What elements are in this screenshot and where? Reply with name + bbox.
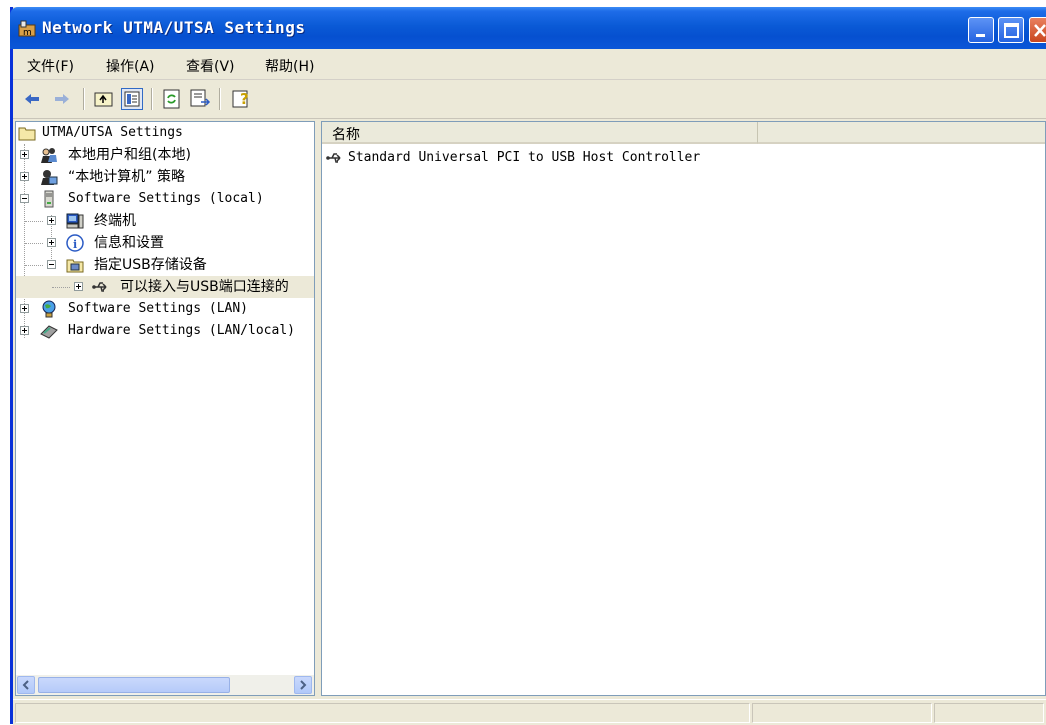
- menu-view[interactable]: 查看(V): [186, 56, 235, 76]
- svg-text:?: ?: [240, 90, 249, 108]
- tree-item-label: Hardware Settings (LAN/local): [68, 323, 295, 338]
- window-title: Network UTMA/UTSA Settings: [42, 18, 306, 37]
- export-list-button[interactable]: [189, 88, 211, 110]
- maximize-icon: [1004, 23, 1019, 38]
- menu-file[interactable]: 文件(F): [27, 56, 74, 76]
- toolbar-separator: [151, 88, 153, 110]
- maximize-button[interactable]: [998, 17, 1024, 43]
- menu-help[interactable]: 帮助(H): [265, 56, 314, 76]
- usb-icon: [92, 282, 107, 292]
- expand-toggle[interactable]: [74, 282, 83, 291]
- export-list-icon: [190, 89, 211, 107]
- svg-text:m: m: [23, 28, 32, 37]
- scroll-right-button[interactable]: [294, 676, 312, 694]
- back-button[interactable]: [21, 88, 43, 110]
- network-globe-icon: [42, 300, 56, 318]
- users-group-icon: [41, 148, 57, 163]
- forward-arrow-icon: [55, 94, 69, 104]
- server-tower-icon: [44, 190, 54, 208]
- up-level-button[interactable]: [93, 88, 115, 110]
- tree-connector: [25, 221, 43, 223]
- terminal-icon: [66, 213, 84, 229]
- menu-action[interactable]: 操作(A): [106, 56, 155, 76]
- tree-item-label: 本地用户和组(本地): [68, 147, 191, 163]
- app-window: m Network UTMA/UTSA Settings 文件(F) 操作(A)…: [10, 7, 1046, 725]
- expand-toggle[interactable]: [20, 304, 29, 313]
- tree-item-label: Software Settings (local): [68, 191, 264, 206]
- tree-connector: [25, 243, 43, 245]
- close-button[interactable]: [1029, 17, 1046, 43]
- forward-button[interactable]: [51, 88, 73, 110]
- tree-pane[interactable]: UTMA/UTSA Settings 本地用户和组(本地) “本地计算机” 策略…: [15, 121, 315, 696]
- tree-horizontal-scrollbar[interactable]: [16, 675, 314, 695]
- usb-icon: [326, 153, 341, 163]
- show-hide-tree-icon: [124, 91, 140, 107]
- info-icon: i: [66, 234, 84, 252]
- policy-icon: [41, 170, 58, 185]
- collapse-toggle[interactable]: [47, 260, 56, 269]
- collapse-toggle[interactable]: [20, 194, 29, 203]
- close-icon: [1034, 24, 1046, 37]
- tree-connector: [25, 265, 43, 267]
- title-bar[interactable]: m Network UTMA/UTSA Settings: [10, 7, 1046, 49]
- column-header-name[interactable]: 名称: [322, 122, 758, 144]
- column-header-blank[interactable]: [758, 122, 1045, 144]
- back-arrow-icon: [25, 94, 39, 104]
- minimize-icon: [976, 34, 985, 37]
- scroll-thumb[interactable]: [38, 677, 230, 693]
- storage-folder-icon: [66, 259, 84, 273]
- up-folder-icon: [94, 92, 113, 107]
- app-icon: m: [18, 20, 36, 37]
- tree-connector: [52, 287, 70, 289]
- minimize-button[interactable]: [968, 17, 994, 43]
- tree-item-label: “本地计算机” 策略: [68, 169, 185, 185]
- toolbar-separator: [83, 88, 85, 110]
- refresh-button[interactable]: [161, 88, 183, 110]
- chevron-left-icon: [22, 680, 29, 690]
- help-icon: ?: [232, 90, 249, 108]
- scroll-left-button[interactable]: [17, 676, 35, 694]
- tree-item-label: 指定USB存储设备: [94, 257, 207, 273]
- chevron-right-icon: [300, 680, 307, 690]
- svg-text:i: i: [73, 238, 77, 251]
- status-cell-tertiary: [934, 703, 1044, 723]
- menu-bar: 文件(F) 操作(A) 查看(V) 帮助(H): [13, 49, 1046, 80]
- tree-item-label: 可以接入与USB端口连接的: [120, 279, 289, 295]
- status-bar: [13, 699, 1046, 725]
- status-cell-main: [15, 703, 750, 723]
- refresh-icon: [163, 89, 180, 109]
- column-header-label: 名称: [332, 127, 360, 143]
- expand-toggle[interactable]: [47, 216, 56, 225]
- hardware-icon: [40, 325, 58, 339]
- tree-item-label: 终端机: [94, 213, 136, 229]
- status-cell-secondary: [752, 703, 932, 723]
- list-item-name: Standard Universal PCI to USB Host Contr…: [348, 150, 701, 165]
- tree-item-usb-port-devices[interactable]: 可以接入与USB端口连接的: [16, 276, 314, 298]
- toolbar: ?: [13, 80, 1046, 119]
- expand-toggle[interactable]: [20, 150, 29, 159]
- folder-icon: [18, 127, 36, 141]
- details-list-pane[interactable]: 名称 Standard Universal PCI to USB Host Co…: [321, 121, 1046, 696]
- tree-item-label: Software Settings (LAN): [68, 301, 249, 316]
- help-button[interactable]: ?: [231, 88, 253, 110]
- expand-toggle[interactable]: [20, 172, 29, 181]
- expand-toggle[interactable]: [20, 326, 29, 335]
- tree-item-label: 信息和设置: [94, 235, 164, 251]
- expand-toggle[interactable]: [47, 238, 56, 247]
- show-hide-tree-button[interactable]: [121, 88, 143, 110]
- toolbar-separator: [219, 88, 221, 110]
- tree-root-label: UTMA/UTSA Settings: [42, 125, 183, 140]
